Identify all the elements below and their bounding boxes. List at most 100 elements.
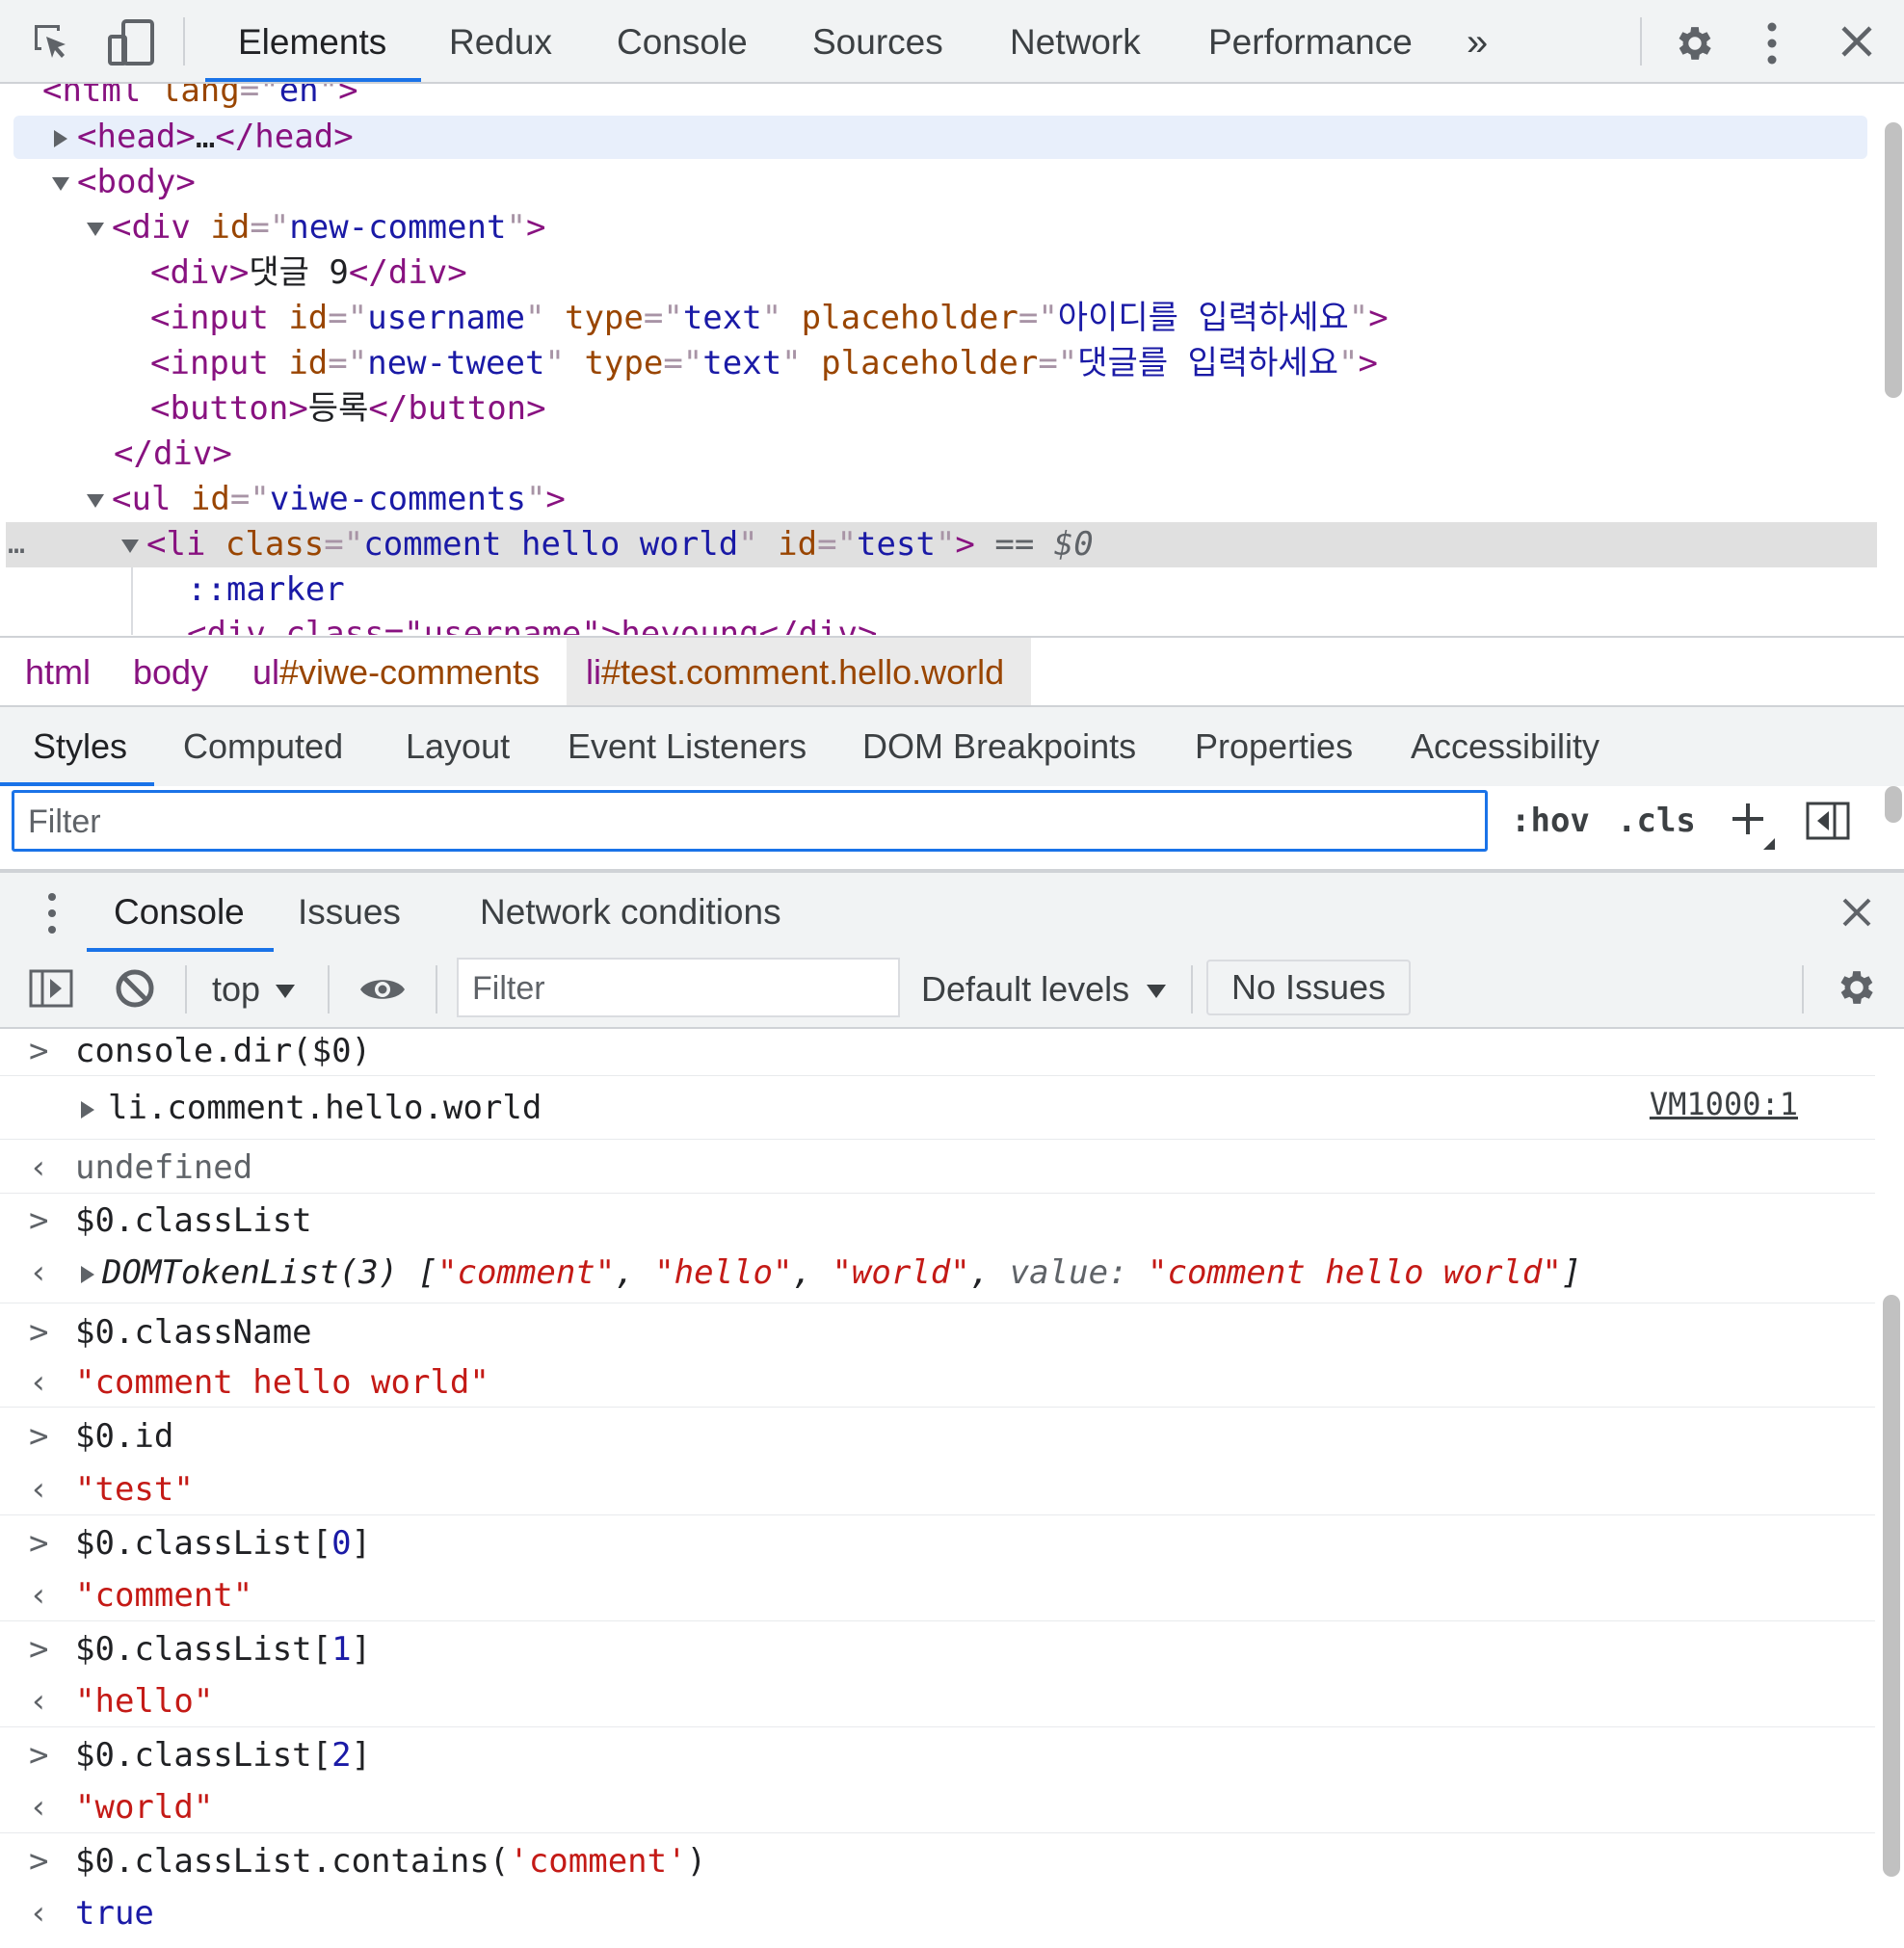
live-expression-eye-icon[interactable] — [358, 973, 407, 1011]
console-result-row: ‹ true — [0, 1884, 1875, 1938]
device-toolbar-icon[interactable] — [104, 19, 158, 70]
breadcrumb-li[interactable]: li#test.comment.hello.world — [586, 638, 1004, 707]
input-prompt-icon: > — [29, 1417, 49, 1456]
tree-node-input-new-tweet[interactable]: <input id="new-tweet" type="text" placeh… — [150, 341, 1378, 385]
tree-node-username-div[interactable]: <div class="username">heyoung</div> — [187, 612, 877, 635]
elements-dom-tree: <html lang="en"> <head>…</head> <body> <… — [0, 84, 1904, 635]
context-selector[interactable]: top — [212, 952, 296, 1027]
show-sidebar-icon[interactable] — [29, 969, 73, 1013]
tab-console[interactable]: Console — [617, 0, 748, 82]
toolbar-divider — [328, 965, 330, 1013]
expand-arrow-icon[interactable] — [54, 129, 67, 147]
tab-properties[interactable]: Properties — [1195, 707, 1353, 786]
row-options-ellipsis-icon[interactable]: … — [8, 522, 25, 566]
hov-toggle-button[interactable]: :hov — [1511, 802, 1590, 840]
tab-dom-breakpoints[interactable]: DOM Breakpoints — [862, 707, 1136, 786]
clear-console-icon[interactable] — [114, 967, 156, 1014]
tab-accessibility[interactable]: Accessibility — [1411, 707, 1600, 786]
console-filter-input[interactable] — [470, 960, 879, 1017]
tree-node-div-close[interactable]: </div> — [114, 432, 232, 476]
collapse-arrow-icon[interactable] — [87, 222, 104, 236]
console-result-row: ‹ "hello" — [0, 1672, 1875, 1727]
inspect-element-icon[interactable] — [29, 19, 75, 70]
tree-node-button[interactable]: <button>등록</button> — [150, 386, 546, 431]
object-tree[interactable]: li.comment.hello.world — [81, 1075, 542, 1141]
tree-node-div-count[interactable]: <div>댓글 9</div> — [150, 250, 467, 295]
toolbar-divider — [1640, 17, 1642, 66]
more-tabs-chevron-icon[interactable]: » — [1467, 0, 1488, 82]
tree-node-li-test[interactable]: <li class="comment hello world" id="test… — [121, 522, 1094, 566]
devtools-main-toolbar: Elements Redux Console Sources Network P… — [0, 0, 1904, 84]
tab-network[interactable]: Network — [1010, 0, 1141, 82]
tab-event-listeners[interactable]: Event Listeners — [568, 707, 807, 786]
result-arrow-icon: ‹ — [29, 1148, 49, 1187]
result-arrow-icon: ‹ — [29, 1894, 49, 1933]
tree-node-div-new-comment[interactable]: <div id="new-comment"> — [87, 205, 545, 250]
console-input-row[interactable]: > $0.classList[0] — [0, 1514, 1875, 1566]
console-input-row[interactable]: > $0.id — [0, 1407, 1875, 1461]
toolbar-divider — [436, 965, 437, 1013]
drawer-tab-network-conditions[interactable]: Network conditions — [480, 873, 781, 952]
tab-styles[interactable]: Styles — [0, 707, 155, 786]
console-input-row[interactable]: > $0.classList.contains('comment') — [0, 1832, 1875, 1884]
collapse-arrow-icon[interactable] — [87, 493, 104, 508]
result-arrow-icon: ‹ — [29, 1253, 49, 1292]
tree-node-marker[interactable]: ::marker — [187, 567, 345, 612]
tab-elements[interactable]: Elements — [204, 0, 422, 82]
tab-computed[interactable]: Computed — [183, 707, 343, 786]
console-input-row[interactable]: > $0.classList — [0, 1193, 1875, 1247]
expand-arrow-icon[interactable] — [81, 1100, 94, 1119]
close-devtools-icon[interactable] — [1840, 25, 1873, 63]
drawer-tab-issues[interactable]: Issues — [298, 873, 401, 952]
tab-sources[interactable]: Sources — [812, 0, 943, 82]
tab-performance[interactable]: Performance — [1208, 0, 1413, 82]
console-settings-gear-icon[interactable] — [1835, 965, 1879, 1014]
expand-arrow-icon[interactable] — [81, 1265, 94, 1283]
settings-gear-icon[interactable] — [1673, 21, 1717, 70]
tree-node-html[interactable]: <html lang="en"> — [42, 84, 358, 113]
no-issues-button[interactable]: No Issues — [1206, 960, 1411, 1015]
collapse-arrow-icon[interactable] — [52, 176, 69, 191]
drawer-menu-kebab-icon[interactable] — [46, 892, 58, 939]
console-input-row[interactable]: > $0.classList[2] — [0, 1726, 1875, 1778]
tab-redux[interactable]: Redux — [449, 0, 552, 82]
domtokenlist-object[interactable]: DOMTokenList(3) ["comment", "hello", "wo… — [81, 1247, 1581, 1299]
tab-layout[interactable]: Layout — [406, 707, 510, 786]
breadcrumb-html[interactable]: html — [25, 638, 91, 707]
console-scrollbar[interactable] — [1883, 1295, 1900, 1877]
drawer-tabs: Console Issues Network conditions — [0, 871, 1904, 954]
tree-node-input-username[interactable]: <input id="username" type="text" placeho… — [150, 296, 1388, 340]
console-result-row: ‹ "test" — [0, 1461, 1875, 1515]
toolbar-divider — [1802, 965, 1804, 1013]
toolbar-divider — [183, 17, 185, 66]
breadcrumb-body[interactable]: body — [133, 638, 208, 707]
collapse-arrow-icon[interactable] — [121, 539, 139, 553]
console-result-row[interactable]: ‹ DOMTokenList(3) ["comment", "hello", "… — [0, 1247, 1875, 1303]
console-input-row[interactable]: > $0.className — [0, 1303, 1875, 1353]
console-input-row[interactable]: > $0.classList[1] — [0, 1620, 1875, 1672]
tree-scrollbar[interactable] — [1885, 122, 1902, 398]
log-levels-dropdown[interactable]: Default levels — [921, 952, 1167, 1027]
console-result-row: ‹ "comment hello world" — [0, 1353, 1875, 1408]
toolbar-divider — [1191, 965, 1193, 1013]
new-style-rule-plus-icon[interactable] — [1731, 800, 1777, 856]
dropdown-arrow-icon — [276, 985, 296, 999]
cls-toggle-button[interactable]: .cls — [1617, 802, 1696, 840]
tree-node-body[interactable]: <body> — [52, 160, 196, 204]
tree-node-head[interactable]: <head>…</head> — [54, 115, 354, 159]
toggle-sidebar-icon[interactable] — [1806, 802, 1850, 845]
console-result-row: ‹ undefined — [0, 1139, 1875, 1194]
more-options-kebab-icon[interactable] — [1765, 21, 1779, 70]
styles-scrollbar[interactable] — [1885, 786, 1902, 823]
styles-filter-input[interactable] — [26, 793, 1456, 851]
console-input-row[interactable]: > console.dir($0) — [0, 1029, 1875, 1076]
breadcrumb-ul[interactable]: ul#viwe-comments — [252, 638, 540, 707]
console-output-row[interactable]: li.comment.hello.world VM1000:1 — [0, 1075, 1875, 1140]
drawer-tab-console[interactable]: Console — [87, 873, 274, 952]
tree-node-ul-viwe-comments[interactable]: <ul id="viwe-comments"> — [87, 477, 566, 521]
dropdown-arrow-icon — [1147, 985, 1167, 999]
sidebar-tabs: Styles Computed Layout Event Listeners D… — [0, 705, 1904, 788]
source-link[interactable]: VM1000:1 — [1650, 1075, 1798, 1133]
close-drawer-icon[interactable] — [1842, 898, 1871, 932]
styles-filter-box — [12, 790, 1488, 852]
